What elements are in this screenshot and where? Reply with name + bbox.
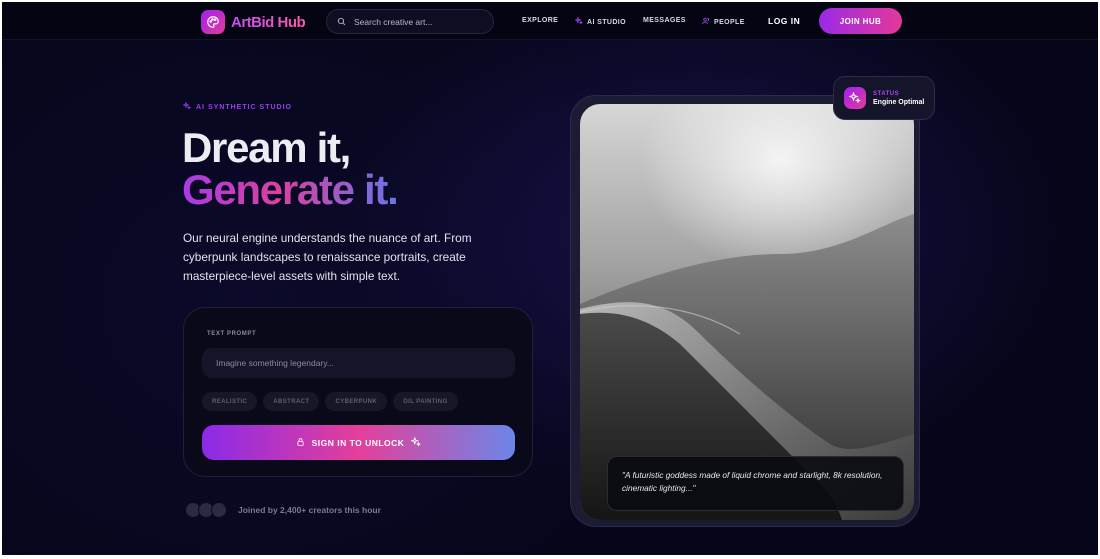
palette-icon bbox=[201, 10, 225, 34]
preview-panel: "A futuristic goddess made of liquid chr… bbox=[570, 95, 920, 527]
engine-status-card: STATUS Engine Optimal bbox=[833, 76, 935, 120]
avatar bbox=[211, 502, 227, 518]
prompt-card: TEXT PROMPT REALISTIC ABSTRACT CYBERPUNK… bbox=[183, 307, 533, 477]
hero-description: Our neural engine understands the nuance… bbox=[183, 231, 472, 283]
style-chip-realistic[interactable]: REALISTIC bbox=[202, 392, 258, 411]
brand-name: ArtBid Hub bbox=[231, 13, 306, 31]
nav-messages[interactable]: MESSAGES bbox=[643, 17, 686, 24]
users-icon bbox=[702, 17, 710, 27]
headline-line-2: Generate it. bbox=[182, 166, 399, 213]
login-link[interactable]: LOG IN bbox=[768, 16, 800, 26]
sparkles-icon bbox=[182, 101, 192, 112]
section-eyebrow: AI SYNTHETIC STUDIO bbox=[182, 101, 292, 112]
prompt-caption: "A futuristic goddess made of liquid chr… bbox=[607, 456, 904, 511]
sparkles-icon bbox=[844, 87, 866, 109]
generated-artwork-image: "A futuristic goddess made of liquid chr… bbox=[580, 104, 914, 520]
search-bar[interactable] bbox=[326, 9, 494, 34]
brand-logo[interactable]: ArtBid Hub bbox=[201, 10, 306, 34]
sparkles-icon bbox=[410, 435, 422, 449]
joined-count-text: Joined by 2,400+ creators this hour bbox=[238, 505, 381, 515]
prompt-input[interactable] bbox=[202, 348, 515, 378]
style-chip-oil-painting[interactable]: OIL PAINTING bbox=[393, 392, 458, 411]
status-text: STATUS Engine Optimal bbox=[873, 91, 924, 106]
top-nav: ArtBid Hub EXPLORE AI STUDIO MESSAGES PE… bbox=[2, 2, 1098, 40]
sign-in-to-unlock-button[interactable]: SIGN IN TO UNLOCK bbox=[202, 425, 515, 460]
search-icon bbox=[337, 13, 346, 31]
prompt-label: TEXT PROMPT bbox=[207, 331, 257, 337]
nav-ai-studio[interactable]: AI STUDIO bbox=[574, 16, 626, 27]
status-value: Engine Optimal bbox=[873, 98, 925, 106]
lock-icon bbox=[296, 437, 305, 449]
join-hub-button[interactable]: JOIN HUB bbox=[819, 8, 902, 34]
style-chip-abstract[interactable]: ABSTRACT bbox=[263, 392, 320, 411]
style-chips: REALISTIC ABSTRACT CYBERPUNK OIL PAINTIN… bbox=[202, 392, 458, 411]
nav-explore[interactable]: EXPLORE bbox=[522, 17, 558, 24]
style-chip-cyberpunk[interactable]: CYBERPUNK bbox=[325, 392, 388, 411]
status-label: STATUS bbox=[873, 90, 900, 97]
nav-people[interactable]: PEOPLE bbox=[702, 17, 745, 27]
headline-line-1: Dream it, bbox=[182, 124, 351, 171]
creator-avatars bbox=[185, 502, 227, 518]
search-input[interactable] bbox=[354, 16, 474, 27]
sparkles-icon bbox=[574, 16, 584, 27]
app-frame: ArtBid Hub EXPLORE AI STUDIO MESSAGES PE… bbox=[2, 2, 1098, 555]
